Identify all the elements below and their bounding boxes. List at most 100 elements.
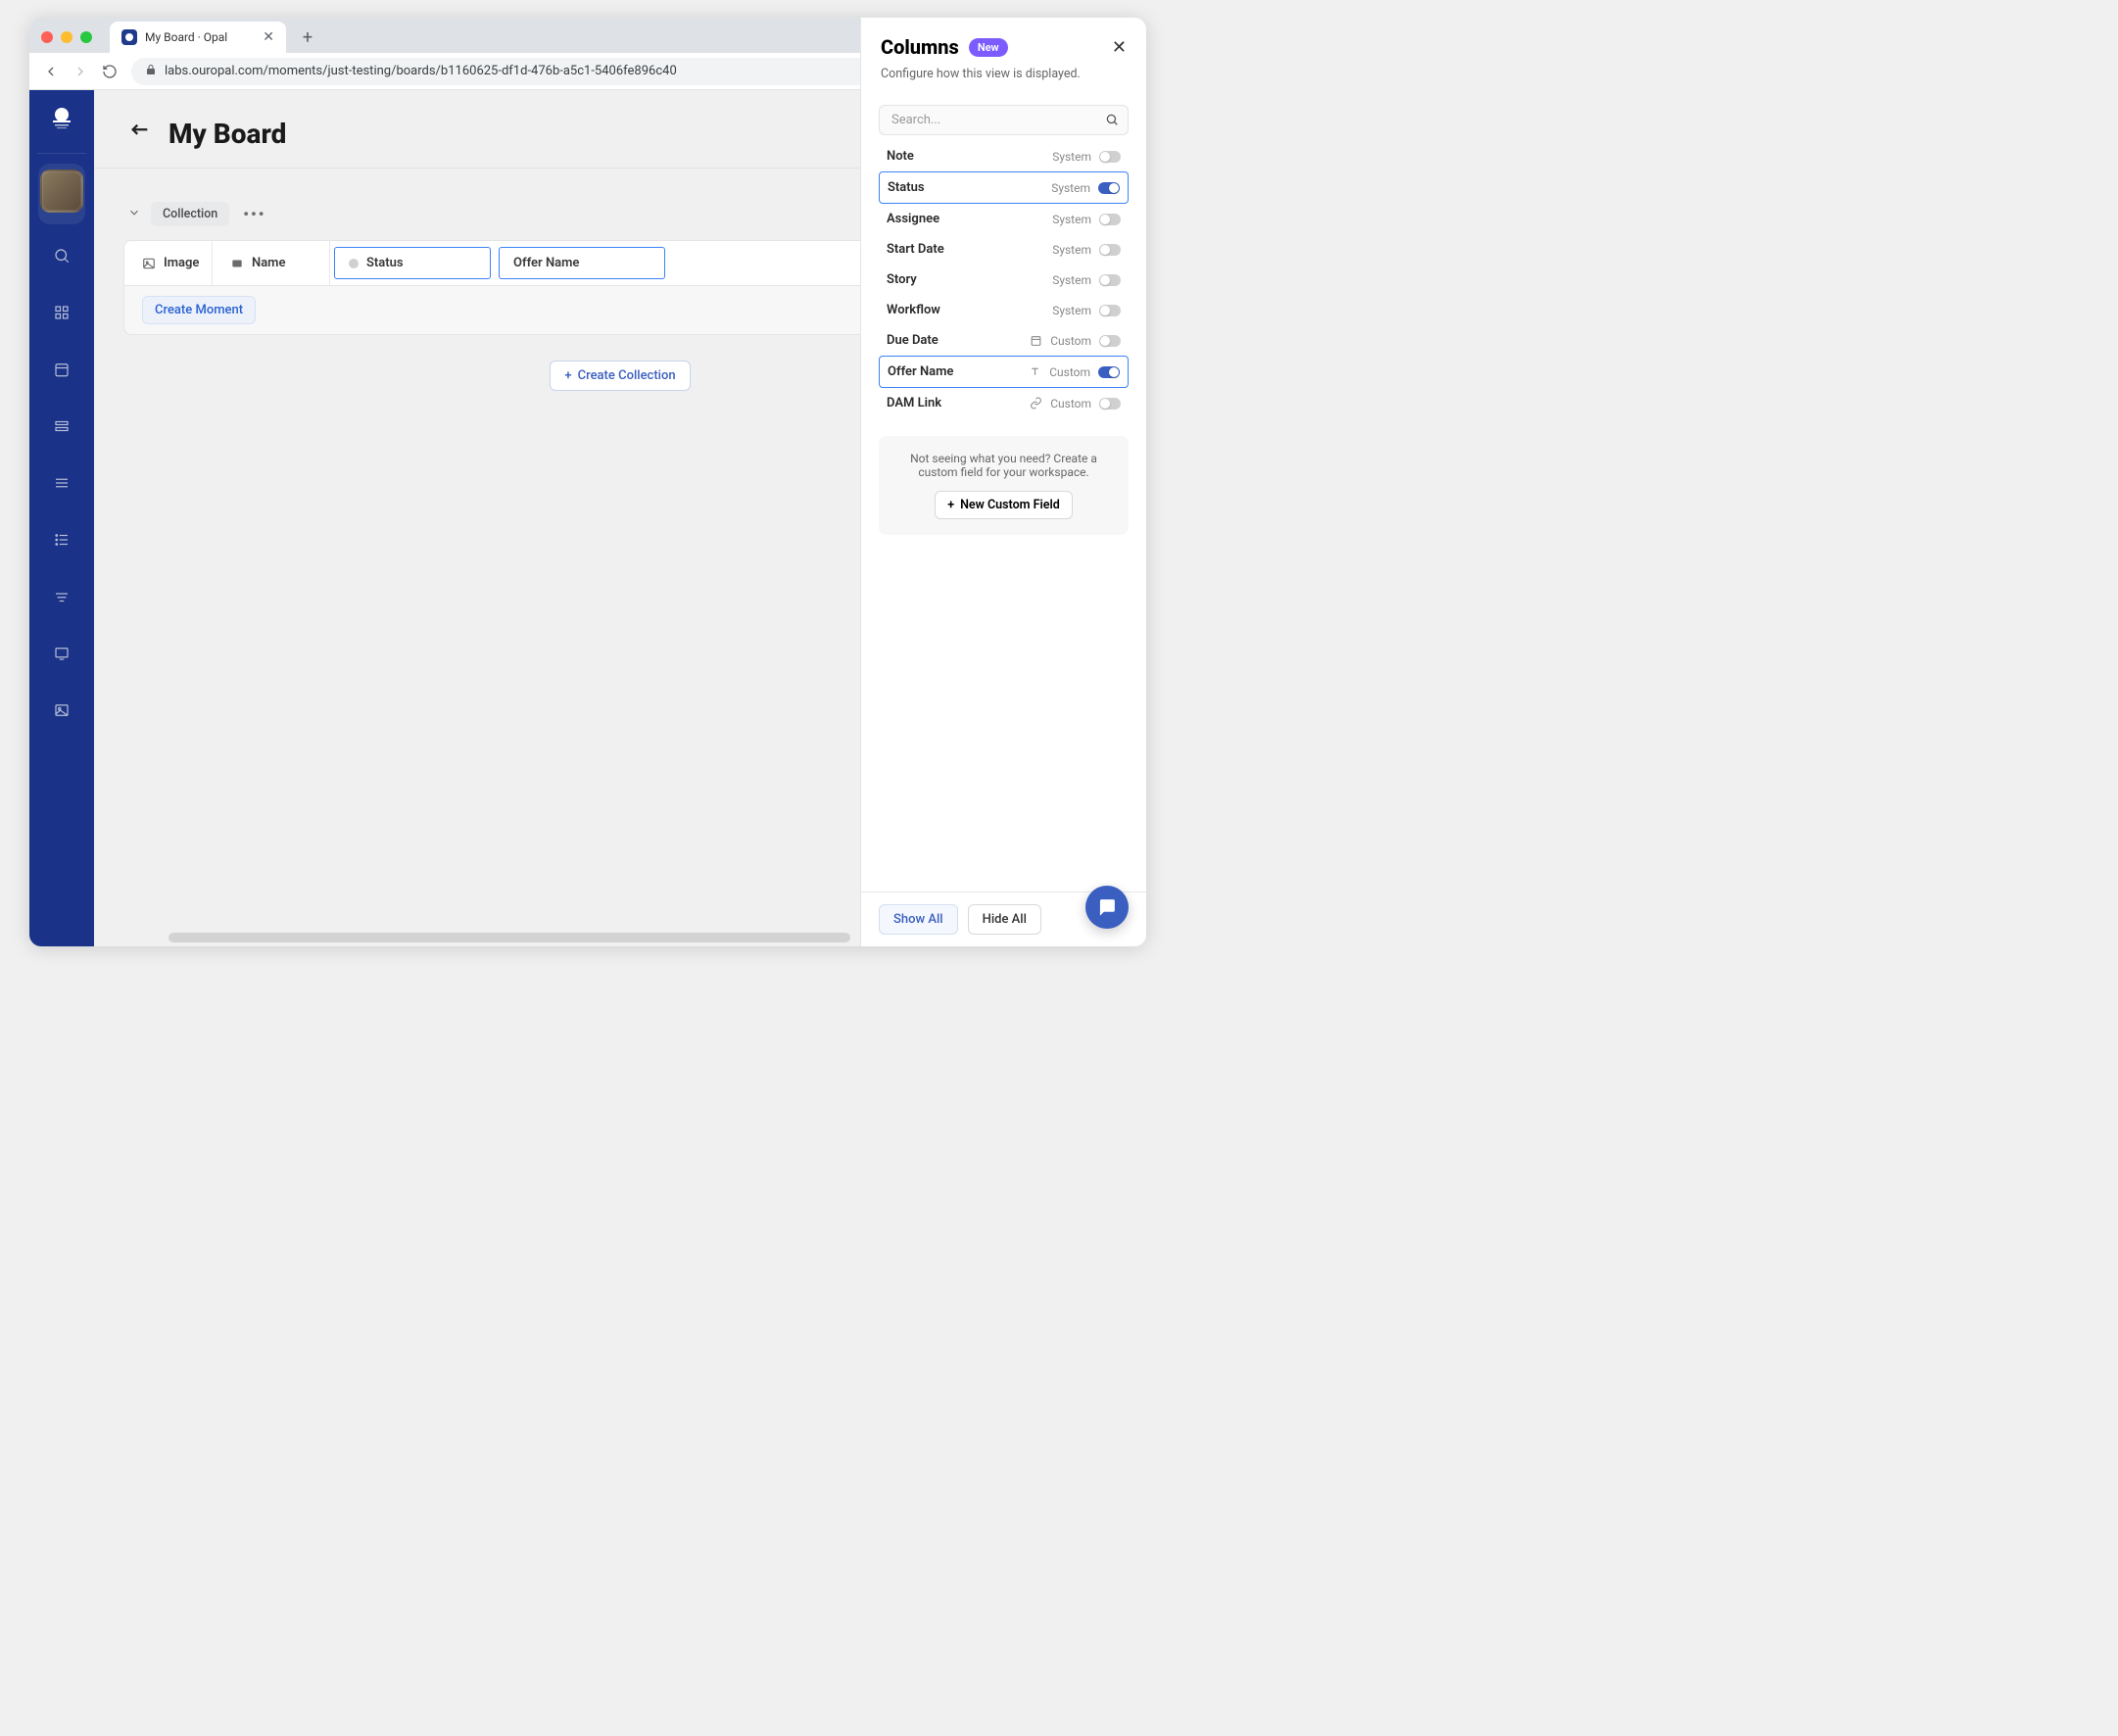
column-item-label: Due Date <box>887 333 939 348</box>
column-header-image[interactable]: Image <box>124 241 213 285</box>
column-header-image-label: Image <box>164 256 199 270</box>
search-columns <box>879 105 1129 135</box>
lock-icon <box>145 64 157 79</box>
browser-tab[interactable]: My Board · Opal ✕ <box>110 22 286 53</box>
column-item-label: Note <box>887 149 914 164</box>
window-minimize[interactable] <box>61 31 72 43</box>
new-tab-button[interactable]: + <box>294 24 321 51</box>
columns-list: NoteSystemStatusSystemAssigneeSystemStar… <box>879 141 1129 418</box>
app-logo-icon[interactable] <box>48 104 75 131</box>
sidebar-image-icon[interactable] <box>42 691 81 730</box>
window-close[interactable] <box>41 31 53 43</box>
sidebar-rows-icon[interactable] <box>42 463 81 503</box>
collection-tag[interactable]: Collection <box>151 202 229 226</box>
status-dot-icon <box>349 259 359 268</box>
column-item-assignee[interactable]: Assignee System <box>879 204 1129 234</box>
app-sidebar <box>29 90 94 946</box>
browser-window: My Board · Opal ✕ + ⌄ labs.ouropal.com/m… <box>29 18 1146 946</box>
calendar-icon <box>1030 334 1042 347</box>
collection-more-icon[interactable]: ••• <box>239 205 269 223</box>
column-item-meta: System <box>1052 304 1091 317</box>
name-icon <box>230 257 244 270</box>
column-item-meta: System <box>1051 181 1090 195</box>
column-item-workflow[interactable]: Workflow System <box>879 295 1129 325</box>
column-item-dam-link[interactable]: DAM LinkCustom <box>879 388 1129 418</box>
hide-all-button[interactable]: Hide All <box>968 904 1041 935</box>
horizontal-scrollbar[interactable] <box>168 933 850 942</box>
page-title: My Board <box>168 118 286 150</box>
column-item-label: Status <box>888 180 925 195</box>
column-item-note[interactable]: Note System <box>879 141 1129 171</box>
plus-icon: + <box>947 498 954 512</box>
new-custom-field-label: New Custom Field <box>960 498 1060 512</box>
custom-field-hint-text: Not seeing what you need? Create a custo… <box>896 452 1111 479</box>
sidebar-calendar-icon[interactable] <box>42 350 81 389</box>
app-root: My Board Collection ••• Image <box>29 90 1146 946</box>
column-item-label: Assignee <box>887 212 939 226</box>
column-item-offer-name[interactable]: Offer Name Custom <box>879 356 1129 388</box>
column-toggle[interactable] <box>1099 305 1121 316</box>
column-item-label: Offer Name <box>888 364 953 379</box>
user-workspace[interactable] <box>38 164 85 224</box>
column-toggle[interactable] <box>1099 151 1121 163</box>
nav-forward-icon[interactable] <box>72 64 88 79</box>
sidebar-stack-icon[interactable] <box>42 407 81 446</box>
column-item-meta: System <box>1052 273 1091 287</box>
column-item-due-date[interactable]: Due Date Custom <box>879 325 1129 356</box>
sidebar-filter-icon[interactable] <box>42 577 81 616</box>
show-all-button[interactable]: Show All <box>879 904 958 935</box>
column-item-label: Workflow <box>887 303 940 317</box>
custom-field-hint: Not seeing what you need? Create a custo… <box>879 436 1129 535</box>
create-collection-label: Create Collection <box>578 368 676 383</box>
url-field[interactable]: labs.ouropal.com/moments/just-testing/bo… <box>131 58 911 85</box>
column-item-meta: Custom <box>1050 334 1091 348</box>
tab-title: My Board · Opal <box>145 30 227 44</box>
collection-chevron-icon[interactable] <box>127 205 141 223</box>
new-custom-field-button[interactable]: + New Custom Field <box>935 491 1073 519</box>
column-header-name-label: Name <box>252 256 285 270</box>
tab-close-icon[interactable]: ✕ <box>263 29 274 45</box>
back-button-icon[interactable] <box>129 121 151 147</box>
create-moment-button[interactable]: Create Moment <box>142 296 256 324</box>
search-icon <box>1105 112 1119 130</box>
column-toggle[interactable] <box>1099 274 1121 286</box>
column-header-offer-label: Offer Name <box>513 256 579 270</box>
column-item-meta: System <box>1052 243 1091 257</box>
column-toggle[interactable] <box>1099 335 1121 347</box>
column-header-status-label: Status <box>366 256 404 270</box>
column-item-meta: System <box>1052 150 1091 164</box>
column-item-label: Start Date <box>887 242 944 257</box>
intercom-launcher[interactable] <box>1085 886 1129 929</box>
sidebar-list-icon[interactable] <box>42 520 81 559</box>
nav-back-icon[interactable] <box>43 64 59 79</box>
column-item-status[interactable]: Status System <box>879 171 1129 204</box>
column-toggle[interactable] <box>1098 366 1120 378</box>
column-item-meta: System <box>1052 213 1091 226</box>
column-toggle[interactable] <box>1099 214 1121 225</box>
tab-favicon-icon <box>121 29 137 45</box>
column-header-offer-name[interactable]: Offer Name <box>499 247 665 279</box>
search-input[interactable] <box>879 105 1129 135</box>
column-item-meta: Custom <box>1049 365 1090 379</box>
columns-panel: Columns New ✕ Configure how this view is… <box>860 90 1146 946</box>
column-header-status[interactable]: Status <box>334 247 491 279</box>
plus-icon: + <box>564 368 571 383</box>
column-toggle[interactable] <box>1099 244 1121 256</box>
column-item-story[interactable]: Story System <box>879 265 1129 295</box>
sidebar-monitor-icon[interactable] <box>42 634 81 673</box>
column-item-meta: Custom <box>1050 397 1091 410</box>
column-item-start-date[interactable]: Start Date System <box>879 234 1129 265</box>
url-text: labs.ouropal.com/moments/just-testing/bo… <box>165 64 677 78</box>
column-item-label: Story <box>887 272 917 287</box>
create-collection-button[interactable]: + Create Collection <box>550 361 690 391</box>
column-toggle[interactable] <box>1099 398 1121 410</box>
window-maximize[interactable] <box>80 31 92 43</box>
user-avatar <box>40 169 83 213</box>
sidebar-grid-icon[interactable] <box>42 293 81 332</box>
column-toggle[interactable] <box>1098 182 1120 194</box>
nav-reload-icon[interactable] <box>102 64 118 79</box>
text-icon <box>1029 365 1041 378</box>
column-header-name[interactable]: Name <box>213 241 330 285</box>
sidebar-search-icon[interactable] <box>42 236 81 275</box>
link-icon <box>1030 397 1042 410</box>
